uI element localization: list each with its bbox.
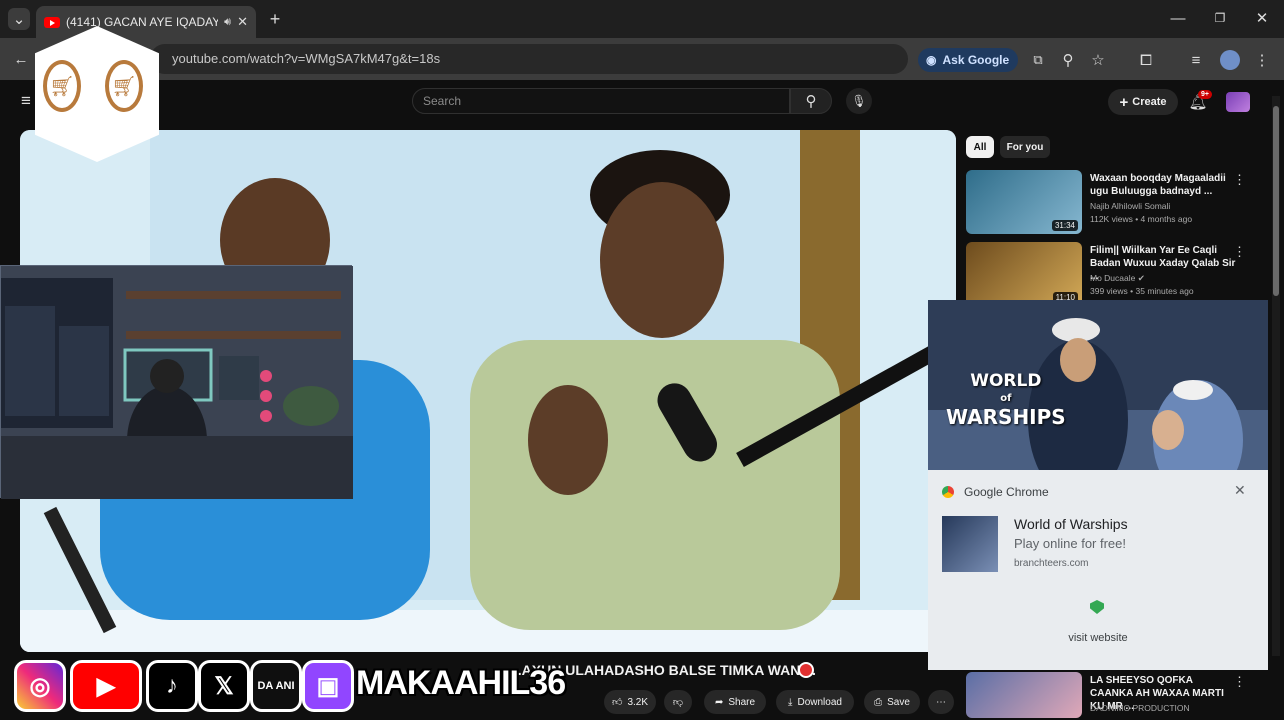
back-icon[interactable]: ← xyxy=(12,50,30,68)
more-options-icon[interactable]: ⋮ xyxy=(1233,244,1246,260)
download-label: Download xyxy=(797,696,842,708)
lens-icon: ◉ xyxy=(926,53,937,67)
search-button[interactable]: ⚲ xyxy=(790,88,832,114)
voice-search-button[interactable]: 🎙︎ xyxy=(846,88,872,114)
thumbs-up-icon: 👍︎ xyxy=(611,697,623,708)
world-of-warships-logo: WORLD of WARSHIPS xyxy=(946,371,1066,429)
recommendation-thumbnail[interactable] xyxy=(966,672,1082,718)
chip-for-you[interactable]: For you xyxy=(1000,136,1050,158)
reading-list-icon[interactable]: ≡ xyxy=(1186,50,1206,70)
zoom-icon[interactable]: ⚲ xyxy=(1058,50,1078,70)
plus-icon: + xyxy=(1119,93,1129,111)
share-label: Share xyxy=(728,696,756,708)
notification-title: World of Warships xyxy=(1014,516,1128,532)
recommendation-meta: Najib Alhilowli Somali 112K views • 4 mo… xyxy=(1090,200,1192,226)
scrollbar-thumb[interactable] xyxy=(1273,106,1279,296)
address-url: youtube.com/watch?v=WMgSA7kM47g&t=18s xyxy=(172,51,441,66)
recommendation-stats: 399 views • 35 minutes ago xyxy=(1090,286,1194,296)
recommendation-channel[interactable]: Mo Ducaale ✔ xyxy=(1090,272,1194,285)
video-duration: 31:34 xyxy=(1051,220,1078,231)
streamer-overlay-illustration xyxy=(0,265,353,499)
recommendation-thumbnail[interactable]: 11:10 xyxy=(966,242,1082,306)
share-button[interactable]: ➦ Share xyxy=(704,690,766,714)
page-scrollbar[interactable] xyxy=(1272,96,1280,656)
more-options-icon[interactable]: ⋮ xyxy=(1233,674,1246,690)
shopping-cart-icon: 🛒︎ xyxy=(43,60,81,112)
create-button[interactable]: + Create xyxy=(1108,89,1178,115)
recommendation-channel[interactable]: DADNIMO PRODUCTION xyxy=(1090,702,1190,715)
twitch-icon: ▣ xyxy=(302,660,354,712)
youtube-icon: ▶ xyxy=(70,660,142,712)
x-twitter-icon: 𝕏 xyxy=(198,660,250,712)
notification-app-name: Google Chrome xyxy=(964,485,1049,499)
more-options-icon[interactable]: ⋮ xyxy=(1233,172,1246,188)
download-button[interactable]: ⤓ Download xyxy=(776,690,854,714)
streamer-handle: MAKAAHIL36 xyxy=(356,664,566,702)
new-tab-icon[interactable]: + xyxy=(266,9,284,29)
more-actions-button[interactable]: ⋯ xyxy=(928,690,954,714)
red-cross-emoji-icon xyxy=(798,662,814,678)
mic-icon: 🎙︎ xyxy=(851,94,867,108)
notification-subtitle: Play online for free! xyxy=(1014,536,1127,551)
chrome-push-notification[interactable]: Google Chrome ✕ World of Warships Play o… xyxy=(928,470,1268,670)
notification-domain: branchteers.com xyxy=(1014,558,1089,569)
notification-thumbnail xyxy=(942,516,998,572)
youtube-favicon-icon xyxy=(44,16,60,28)
notification-count-badge: 9+ xyxy=(1198,90,1212,99)
channel-avatar[interactable] xyxy=(1226,92,1250,112)
like-count: 3.2K xyxy=(627,696,649,708)
visit-website-button[interactable]: visit website xyxy=(1048,632,1148,644)
bookmark-icon: ⎙ xyxy=(874,696,883,708)
recommendation-item[interactable]: 31:34 Waxaan booqday Magaaladii ugu Bulu… xyxy=(966,170,1266,234)
recommendation-stats: 112K views • 4 months ago xyxy=(1090,214,1193,224)
save-button[interactable]: ⎙ Save xyxy=(864,690,920,714)
address-bar[interactable]: youtube.com/watch?v=WMgSA7kM47g&t=18s xyxy=(150,44,908,74)
restore-icon[interactable]: ❐ xyxy=(1210,8,1230,28)
tab-title: (4141) GACAN AYE IQADAY xyxy=(66,15,219,29)
notification-ad-image[interactable]: WORLD of WARSHIPS xyxy=(928,300,1268,470)
search-icon: ⚲ xyxy=(805,93,817,110)
verified-icon: ✔ xyxy=(1137,273,1145,283)
tab-close-icon[interactable]: ✕ xyxy=(237,14,248,30)
recommendation-channel[interactable]: Najib Alhilowli Somali xyxy=(1090,200,1192,213)
tab-search-icon[interactable]: ⌄ xyxy=(8,8,30,30)
shield-check-icon xyxy=(1090,600,1104,614)
recommendation-thumbnail[interactable]: 31:34 xyxy=(966,170,1082,234)
chrome-logo-icon xyxy=(942,486,954,498)
recommendation-item[interactable]: 11:10 Filim|| Wiilkan Yar Ee Caqli Badan… xyxy=(966,242,1266,306)
ask-google-label: Ask Google xyxy=(942,53,1010,67)
kick-icon: DA ANI xyxy=(250,660,302,712)
cast-icon[interactable]: ⧉ xyxy=(1028,50,1048,70)
instagram-icon: ◎ xyxy=(14,660,66,712)
thumbs-down-icon: 👎︎ xyxy=(672,697,684,708)
share-icon: ➦ xyxy=(714,696,724,708)
profile-avatar[interactable] xyxy=(1220,50,1240,70)
tiktok-icon: ♪ xyxy=(146,660,198,712)
ask-google-button[interactable]: ◉ Ask Google xyxy=(918,48,1018,72)
chip-all[interactable]: All xyxy=(966,136,994,158)
more-horizontal-icon: ⋯ xyxy=(936,696,946,708)
speaker-icon[interactable]: 🔊︎ xyxy=(224,16,231,29)
recommendation-meta: Mo Ducaale ✔ 399 views • 35 minutes ago xyxy=(1090,272,1194,298)
extensions-icon[interactable]: ⧠ xyxy=(1136,50,1156,70)
window-close-icon[interactable]: ✕ xyxy=(1252,8,1272,28)
like-button[interactable]: 👍︎ 3.2K xyxy=(604,690,656,714)
minimize-icon[interactable]: — xyxy=(1168,8,1188,28)
save-label: Save xyxy=(887,696,910,708)
create-label: Create xyxy=(1132,96,1167,108)
recommendation-item[interactable]: LA SHEEYSO QOFKA CAANKA AH WAXAA MARTI K… xyxy=(966,672,1266,718)
dislike-button[interactable]: 👎︎ xyxy=(664,690,692,714)
browser-tab-active[interactable]: (4141) GACAN AYE IQADAY 🔊︎ ✕ xyxy=(36,6,256,38)
notification-close-icon[interactable]: ✕ xyxy=(1234,482,1246,499)
shopping-cart-icon: 🛒︎ xyxy=(105,60,143,112)
recommendation-title[interactable]: Waxaan booqday Magaaladii ugu Buluugga b… xyxy=(1090,172,1238,198)
hamburger-menu-icon[interactable]: ≡ xyxy=(16,91,36,110)
download-icon: ⤓ xyxy=(788,696,793,708)
bookmark-star-icon[interactable]: ☆ xyxy=(1088,50,1108,70)
shop-logo-sticker: 🛒︎ 🛒︎ xyxy=(35,26,159,162)
chrome-menu-icon[interactable]: ⋮ xyxy=(1254,50,1270,70)
search-input[interactable]: Search xyxy=(412,88,790,114)
